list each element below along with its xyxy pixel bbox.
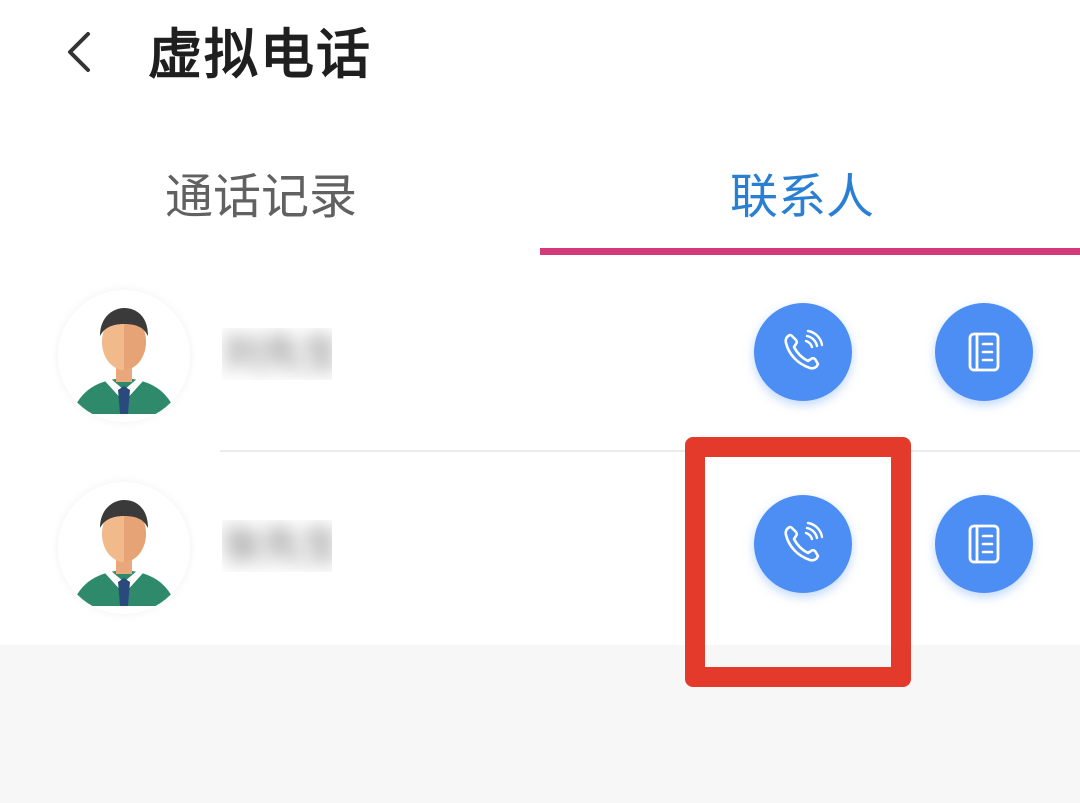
chevron-left-icon	[68, 32, 90, 72]
contact-details-button[interactable]	[935, 495, 1033, 593]
phone-icon	[784, 329, 824, 370]
notebook-icon	[968, 524, 1000, 564]
highlight-annotation-box	[685, 437, 911, 687]
list-item[interactable]: 刘先生	[0, 260, 1080, 453]
contact-list: 刘先生 张先生	[0, 260, 1080, 645]
tab-call-log-label: 通话记录	[165, 169, 358, 225]
tab-contacts-label: 联系人	[730, 169, 875, 225]
man-avatar-icon	[58, 482, 190, 614]
active-tab-indicator	[540, 248, 1080, 255]
notebook-icon	[968, 332, 1000, 372]
contact-name-blurred: 张先生	[222, 523, 332, 569]
contact-details-button[interactable]	[935, 303, 1033, 401]
call-button[interactable]	[754, 303, 852, 401]
man-avatar-icon	[58, 290, 190, 422]
app-header: 虚拟电话	[0, 0, 1080, 130]
list-item[interactable]: 张先生	[0, 452, 1080, 645]
tab-call-log[interactable]: 通话记录	[0, 130, 540, 260]
contact-name-blurred: 刘先生	[222, 331, 332, 377]
back-button[interactable]	[52, 22, 112, 82]
tab-bar: 通话记录 联系人	[0, 130, 1080, 261]
tab-contacts[interactable]: 联系人	[540, 130, 1080, 260]
page-title: 虚拟电话	[148, 23, 372, 86]
